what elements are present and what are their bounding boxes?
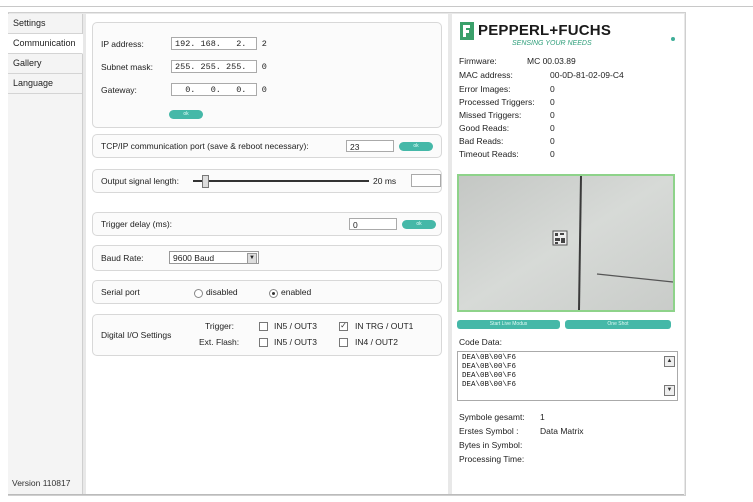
sidebar-item-gallery[interactable]: Gallery xyxy=(8,54,82,74)
code-line: DEA\0B\00\F6 xyxy=(462,381,517,389)
ext-flash-label: Ext. Flash: xyxy=(199,337,240,347)
flash-in4-checkbox[interactable] xyxy=(339,338,348,347)
ip-address-field[interactable]: 192. 168. 2. 2 xyxy=(171,37,267,50)
symbols-total-value: 1 xyxy=(540,412,545,422)
top-border xyxy=(0,6,753,7)
good-reads-label: Good Reads: xyxy=(459,123,510,133)
code-line: DEA\0B\00\F6 xyxy=(462,372,517,380)
flash-in4-label: IN4 / OUT2 xyxy=(355,337,398,347)
serial-enabled-label: enabled xyxy=(281,287,312,297)
scroll-up-icon[interactable]: ▲ xyxy=(664,356,675,367)
error-images-label: Error Images: xyxy=(459,84,511,94)
trigger-in5-checkbox[interactable] xyxy=(259,322,268,331)
first-symbol-label: Erstes Symbol : xyxy=(459,426,519,436)
subnet-mask-field[interactable]: 255. 255. 255. 0 xyxy=(171,60,267,73)
output-signal-label: Output signal length: xyxy=(101,176,179,186)
error-images-value: 0 xyxy=(550,84,555,94)
trigger-in5-label: IN5 / OUT3 xyxy=(274,321,317,331)
chevron-down-icon[interactable]: ▼ xyxy=(247,253,257,264)
trigger-delay-box: Trigger delay (ms): 0 ok xyxy=(92,212,442,236)
flash-in5-checkbox[interactable] xyxy=(259,338,268,347)
scroll-down-icon[interactable]: ▼ xyxy=(664,385,675,396)
baud-rate-label: Baud Rate: xyxy=(101,253,144,263)
firmware-value: MC 00.03.89 xyxy=(527,56,576,66)
code-data-label: Code Data: xyxy=(459,337,502,347)
missed-triggers-value: 0 xyxy=(550,110,555,120)
baud-rate-select[interactable]: 9600 Baud ▼ xyxy=(169,251,259,264)
code-line: DEA\0B\00\F6 xyxy=(462,363,517,371)
mac-address-label: MAC address: xyxy=(459,70,513,80)
code-data-textarea[interactable]: DEA\0B\00\F6 DEA\0B\00\F6 DEA\0B\00\F6 D… xyxy=(457,351,678,401)
bytes-in-symbol-label: Bytes in Symbol: xyxy=(459,440,523,450)
network-settings-box: IP address: 192. 168. 2. 2 Subnet mask: … xyxy=(92,22,442,128)
first-symbol-value: Data Matrix xyxy=(540,426,584,436)
trigger-intrg-label: IN TRG / OUT1 xyxy=(355,321,414,331)
bad-reads-value: 0 xyxy=(550,136,555,146)
serial-port-box: Serial port disabled enabled xyxy=(92,280,442,304)
trigger-delay-field[interactable]: 0 xyxy=(349,218,397,230)
pepperl-fuchs-logo-icon xyxy=(460,22,474,40)
sidebar-item-communication[interactable]: Communication xyxy=(8,34,83,54)
tcp-ok-button[interactable]: ok xyxy=(399,142,433,151)
bad-reads-label: Bad Reads: xyxy=(459,136,504,146)
serial-enabled-radio[interactable] xyxy=(269,289,278,298)
digital-io-box: Digital I/O Settings Trigger: Ext. Flash… xyxy=(92,314,442,356)
trigger-delay-label: Trigger delay (ms): xyxy=(101,219,173,229)
slider-thumb[interactable] xyxy=(202,175,209,188)
tcp-port-box: TCP/IP communication port (save & reboot… xyxy=(92,134,442,158)
sidebar-item-language[interactable]: Language xyxy=(8,74,82,94)
camera-live-image xyxy=(457,174,675,312)
processed-triggers-label: Processed Triggers: xyxy=(459,97,535,107)
trigger-intrg-checkbox[interactable]: ✓ xyxy=(339,322,348,331)
version-label: Version 110817 xyxy=(12,478,71,488)
mac-address-value: 00-0D-81-02-09-C4 xyxy=(550,70,624,80)
flash-in5-label: IN5 / OUT3 xyxy=(274,337,317,347)
brand-tagline: SENSING YOUR NEEDS xyxy=(512,40,592,47)
gateway-field[interactable]: 0. 0. 0. 0 xyxy=(171,83,267,96)
missed-triggers-label: Missed Triggers: xyxy=(459,110,522,120)
ip-address-label: IP address: xyxy=(101,39,144,49)
tcp-port-field[interactable]: 23 xyxy=(346,140,394,152)
baud-rate-box: Baud Rate: 9600 Baud ▼ xyxy=(92,245,442,271)
baud-rate-value: 9600 Baud xyxy=(173,253,215,263)
one-shot-button[interactable]: One Shot xyxy=(565,320,671,329)
network-ok-button[interactable]: ok xyxy=(169,110,203,119)
serial-disabled-label: disabled xyxy=(206,287,238,297)
digital-io-label: Digital I/O Settings xyxy=(101,330,172,340)
timeout-reads-label: Timeout Reads: xyxy=(459,149,519,159)
subnet-mask-label: Subnet mask: xyxy=(101,62,153,72)
serial-port-label: Serial port xyxy=(101,287,140,297)
output-signal-slider[interactable] xyxy=(193,175,369,188)
processing-time-label: Processing Time: xyxy=(459,454,525,464)
output-signal-field[interactable] xyxy=(411,174,441,187)
serial-disabled-radio[interactable] xyxy=(194,289,203,298)
communication-panel: IP address: 192. 168. 2. 2 Subnet mask: … xyxy=(86,14,448,494)
output-signal-box: Output signal length: 20 ms xyxy=(92,169,442,193)
good-reads-value: 0 xyxy=(550,123,555,133)
trigger-delay-ok-button[interactable]: ok xyxy=(402,220,436,229)
processed-triggers-value: 0 xyxy=(550,97,555,107)
code-line: DEA\0B\00\F6 xyxy=(462,354,517,362)
gateway-label: Gateway: xyxy=(101,85,137,95)
brand-name: PEPPERL+FUCHS xyxy=(478,22,612,39)
firmware-label: Firmware: xyxy=(459,56,497,66)
output-signal-value: 20 ms xyxy=(373,176,397,186)
bottom-border xyxy=(8,494,684,495)
sidebar-item-settings[interactable]: Settings xyxy=(8,14,82,34)
status-indicator-icon xyxy=(671,37,675,41)
timeout-reads-value: 0 xyxy=(550,149,555,159)
device-status-panel: PEPPERL+FUCHS SENSING YOUR NEEDS Firmwar… xyxy=(452,14,684,494)
tcp-port-label: TCP/IP communication port (save & reboot… xyxy=(101,141,309,151)
sidebar: Settings Communication Gallery Language … xyxy=(8,14,83,494)
symbols-total-label: Symbole gesamt: xyxy=(459,412,525,422)
start-live-modus-button[interactable]: Start Live Modus xyxy=(457,320,560,329)
trigger-label: Trigger: xyxy=(205,321,234,331)
